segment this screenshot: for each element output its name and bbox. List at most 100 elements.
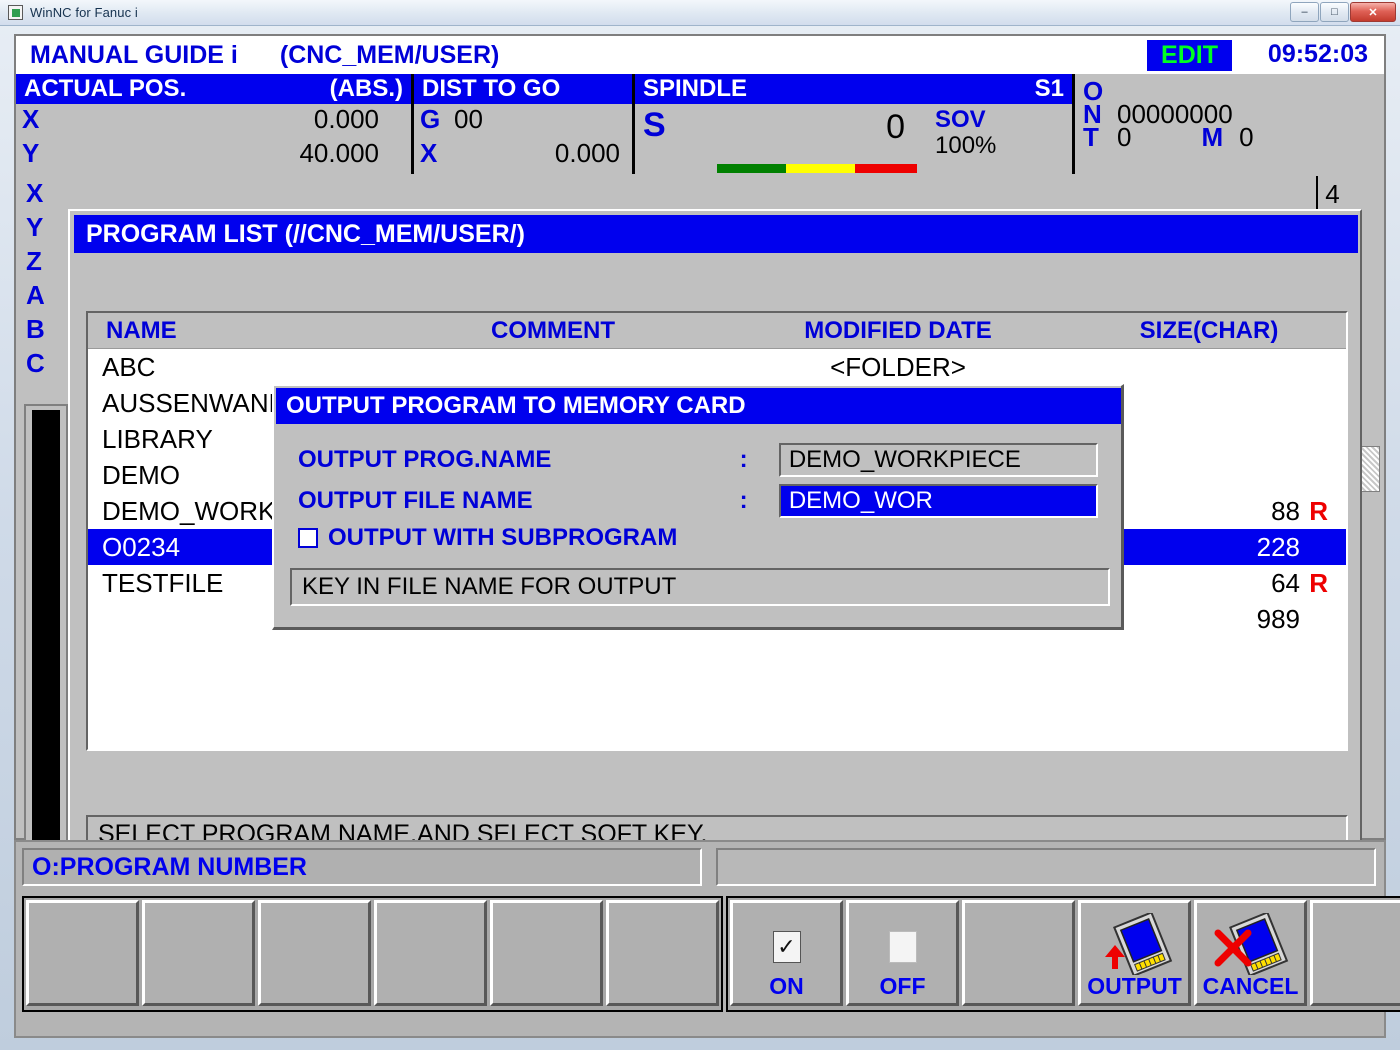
n-row: N 00000000: [1075, 99, 1347, 122]
axis-letter: Y: [22, 138, 56, 169]
t-value: 0: [1117, 122, 1131, 145]
memory-card-cancel-icon: [1212, 913, 1290, 980]
maximize-button[interactable]: □: [1320, 2, 1349, 22]
table-header-row: NAME COMMENT MODIFIED DATE SIZE(CHAR): [88, 313, 1346, 349]
axis-label: Y: [26, 210, 56, 244]
column-header-size: SIZE(CHAR): [1078, 317, 1340, 345]
g-letter: G: [420, 104, 454, 135]
softkey-cancel[interactable]: CANCEL: [1194, 900, 1307, 1006]
softkey-left-3[interactable]: [258, 900, 371, 1006]
graphics-canvas: [32, 410, 60, 866]
vertical-scrollbar[interactable]: ▲: [1360, 446, 1380, 492]
n-value: 00000000: [1117, 99, 1233, 122]
axis-label: A: [26, 278, 56, 312]
app-icon: [8, 5, 23, 20]
spindle-override-value: 100%: [935, 132, 996, 160]
memory-card-output-icon: [1096, 913, 1174, 980]
dist-to-go-title: DIST TO GO: [422, 75, 560, 103]
o-row: O: [1075, 76, 1347, 99]
close-button[interactable]: ✕: [1350, 2, 1396, 22]
table-row[interactable]: ABC <FOLDER>: [88, 349, 1346, 385]
bottom-area: O:PROGRAM NUMBER ✓ ON OFF: [14, 840, 1386, 1038]
output-with-subprogram-row[interactable]: OUTPUT WITH SUBPROGRAM: [298, 524, 677, 552]
window-controls: – □ ✕: [1290, 2, 1396, 22]
output-prog-name-label: OUTPUT PROG.NAME: [298, 446, 740, 474]
axis-value: 0.000: [454, 138, 626, 169]
softkey-blank-1[interactable]: [962, 900, 1075, 1006]
clock: 09:52:03: [1268, 40, 1368, 69]
actual-position-header: ACTUAL POS. (ABS.): [16, 74, 411, 104]
spindle-speed-value: 0: [815, 108, 905, 147]
size-flag: R: [1309, 496, 1328, 527]
g-value: 00: [454, 104, 626, 135]
softkey-left-1[interactable]: [26, 900, 139, 1006]
dist-to-go-panel: DIST TO GO G 00 X 0.000: [414, 74, 632, 174]
empty-box-icon: [889, 931, 917, 963]
program-list-title: PROGRAM LIST (//CNC_MEM/USER/): [74, 215, 1358, 253]
load-bar-green: [717, 164, 786, 173]
actual-position-title: ACTUAL POS.: [24, 75, 186, 103]
axis-letter: X: [420, 138, 454, 169]
output-file-name-row: OUTPUT FILE NAME : DEMO_WOR: [298, 483, 1098, 519]
output-prog-name-field[interactable]: DEMO_WORKPIECE: [779, 443, 1098, 477]
spindle-body: S 0 SOV 100%: [635, 104, 1072, 174]
output-file-name-label: OUTPUT FILE NAME: [298, 487, 740, 515]
softkey-label: OFF: [880, 973, 926, 999]
size-flag: R: [1309, 568, 1328, 599]
dialog-title: OUTPUT PROGRAM TO MEMORY CARD: [276, 388, 1121, 424]
axis-label: X: [26, 176, 56, 210]
output-file-name-input[interactable]: DEMO_WOR: [779, 484, 1098, 518]
actual-position-row: Y 40.000: [16, 138, 411, 172]
output-program-dialog: OUTPUT PROGRAM TO MEMORY CARD OUTPUT PRO…: [272, 384, 1124, 630]
actual-position-panel: ACTUAL POS. (ABS.) X 0.000 Y 40.000: [16, 74, 411, 174]
dialog-hint: KEY IN FILE NAME FOR OUTPUT: [290, 568, 1110, 606]
softkey-left-2[interactable]: [142, 900, 255, 1006]
page-title: MANUAL GUIDE i: [30, 41, 238, 70]
m-value: 0: [1239, 122, 1253, 145]
colon-separator: :: [740, 446, 779, 474]
spindle-override-label: SOV: [935, 106, 986, 134]
axis-value: 0.000: [56, 104, 405, 135]
spindle-load-bar: [717, 164, 917, 173]
status-strip: ACTUAL POS. (ABS.) X 0.000 Y 40.000 DIST…: [16, 74, 1384, 174]
axis-label: C: [26, 346, 56, 380]
column-header-comment: COMMENT: [388, 317, 718, 345]
softkey-left-5[interactable]: [490, 900, 603, 1006]
load-bar-red: [855, 164, 917, 173]
info-bars: O:PROGRAM NUMBER: [22, 848, 1376, 886]
spindle-panel: SPINDLE S1 S 0 SOV 100%: [635, 74, 1072, 174]
dist-to-go-g-row: G 00: [414, 104, 632, 138]
output-with-subprogram-checkbox[interactable]: [298, 528, 318, 548]
checked-box-icon: ✓: [773, 931, 801, 963]
spindle-id: S1: [1035, 75, 1064, 103]
column-header-name: NAME: [88, 317, 388, 345]
softkey-group-right: ✓ ON OFF: [726, 896, 1400, 1012]
column-header-modified-date: MODIFIED DATE: [718, 317, 1078, 345]
dist-to-go-header: DIST TO GO: [414, 74, 632, 104]
t-letter: T: [1083, 122, 1117, 145]
axis-value: 40.000: [56, 138, 405, 169]
o-letter: O: [1083, 76, 1117, 99]
header-path: (CNC_MEM/USER): [280, 41, 499, 70]
softkey-on[interactable]: ✓ ON: [730, 900, 843, 1006]
title-bar: WinNC for Fanuc i – □ ✕: [0, 0, 1400, 26]
axis-label: B: [26, 312, 56, 346]
graphics-side-panel: [24, 404, 68, 874]
spindle-s-letter: S: [643, 106, 666, 145]
softkey-output[interactable]: OUTPUT: [1078, 900, 1191, 1006]
softkey-blank-2[interactable]: [1310, 900, 1400, 1006]
ont-panel: O N 00000000 T 0 M 0: [1075, 74, 1347, 174]
tm-row: T 0 M 0: [1075, 122, 1347, 145]
softkey-left-6[interactable]: [606, 900, 719, 1006]
minimize-button[interactable]: –: [1290, 2, 1319, 22]
n-letter: N: [1083, 99, 1117, 122]
softkey-left-4[interactable]: [374, 900, 487, 1006]
output-with-subprogram-label: OUTPUT WITH SUBPROGRAM: [328, 524, 677, 552]
program-number-bar[interactable]: O:PROGRAM NUMBER: [22, 848, 702, 886]
size-value: 88: [1271, 496, 1300, 526]
softkey-label: ON: [769, 973, 804, 999]
softkey-off[interactable]: OFF: [846, 900, 959, 1006]
axis-label: Z: [26, 244, 56, 278]
auxiliary-input-bar[interactable]: [716, 848, 1376, 886]
obscured-value: 4: [1318, 176, 1362, 212]
